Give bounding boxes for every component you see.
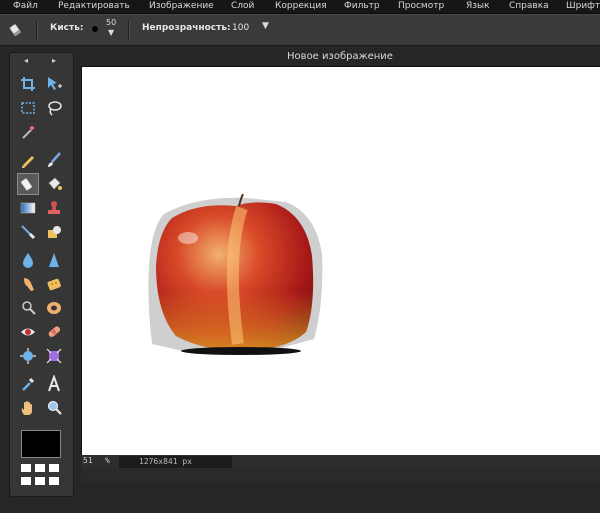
tool-panel: ◂ ▸	[9, 52, 74, 497]
opacity-label: Непрозрачность:	[142, 23, 231, 33]
draw-shape-icon[interactable]	[43, 221, 65, 243]
bottom-strip	[81, 469, 600, 483]
panel-collapse-right-icon[interactable]: ▸	[52, 56, 56, 65]
paint-bucket-icon[interactable]	[43, 173, 65, 195]
eraser-tool-icon	[9, 22, 25, 38]
pencil-icon[interactable]	[17, 149, 39, 171]
document-title: Новое изображение	[287, 51, 393, 62]
color-replace-icon[interactable]	[17, 221, 39, 243]
menu-layer[interactable]: Слой	[231, 0, 254, 13]
brush-label: Кисть:	[50, 23, 84, 33]
sharpen-icon[interactable]	[43, 249, 65, 271]
status-bar: 51 % 1276x841 px	[81, 455, 600, 469]
move-icon[interactable]	[43, 73, 65, 95]
type-icon[interactable]	[43, 373, 65, 395]
marquee-select-icon[interactable]	[17, 97, 39, 119]
burn-icon[interactable]	[43, 297, 65, 319]
menu-font[interactable]: Шрифт	[566, 0, 600, 13]
clone-stamp-icon[interactable]	[43, 197, 65, 219]
canvas[interactable]	[81, 66, 600, 456]
lasso-icon[interactable]	[43, 97, 65, 119]
apple-image	[148, 194, 323, 355]
blur-icon[interactable]	[17, 249, 39, 271]
sponge-icon[interactable]	[43, 273, 65, 295]
red-eye-icon[interactable]	[17, 321, 39, 343]
smudge-icon[interactable]	[17, 273, 39, 295]
zoom-unit: %	[105, 456, 110, 465]
brush-size-value[interactable]: 50	[106, 18, 116, 27]
options-toolbar: Кисть: 50 ▼ Непрозрачность: 100 ▼	[0, 14, 600, 46]
opacity-value[interactable]: 100	[232, 23, 249, 33]
panel-collapse-left-icon[interactable]: ◂	[24, 56, 28, 65]
brush-icon[interactable]	[43, 149, 65, 171]
menu-filter[interactable]: Фильтр	[344, 0, 380, 13]
grid-icon[interactable]	[21, 464, 61, 488]
primary-color-swatch[interactable]	[21, 430, 61, 458]
menu-edit[interactable]: Редактировать	[58, 0, 130, 13]
menu-bar: Файл Редактировать Изображение Слой Корр…	[0, 0, 600, 14]
color-picker-icon[interactable]	[17, 373, 39, 395]
crop-icon[interactable]	[17, 73, 39, 95]
brush-dropdown-icon[interactable]: ▼	[108, 28, 114, 37]
menu-view[interactable]: Просмотр	[398, 0, 444, 13]
spot-heal-icon[interactable]	[43, 321, 65, 343]
bloat-icon[interactable]	[17, 345, 39, 367]
menu-file[interactable]: Файл	[13, 0, 38, 13]
zoom-icon[interactable]	[43, 397, 65, 419]
gradient-icon[interactable]	[17, 197, 39, 219]
eraser-icon[interactable]	[17, 173, 39, 195]
menu-help[interactable]: Справка	[509, 0, 549, 13]
hand-icon[interactable]	[17, 397, 39, 419]
menu-adjustments[interactable]: Коррекция	[275, 0, 327, 13]
pinch-icon[interactable]	[43, 345, 65, 367]
menu-language[interactable]: Язык	[466, 0, 490, 13]
zoom-value[interactable]: 51	[83, 456, 93, 465]
opacity-dropdown-icon[interactable]: ▼	[262, 21, 269, 31]
image-dimensions: 1276x841 px	[119, 456, 232, 468]
magic-wand-icon[interactable]	[17, 121, 39, 143]
menu-image[interactable]: Изображение	[149, 0, 214, 13]
dodge-icon[interactable]	[17, 297, 39, 319]
brush-preview[interactable]	[92, 26, 98, 32]
